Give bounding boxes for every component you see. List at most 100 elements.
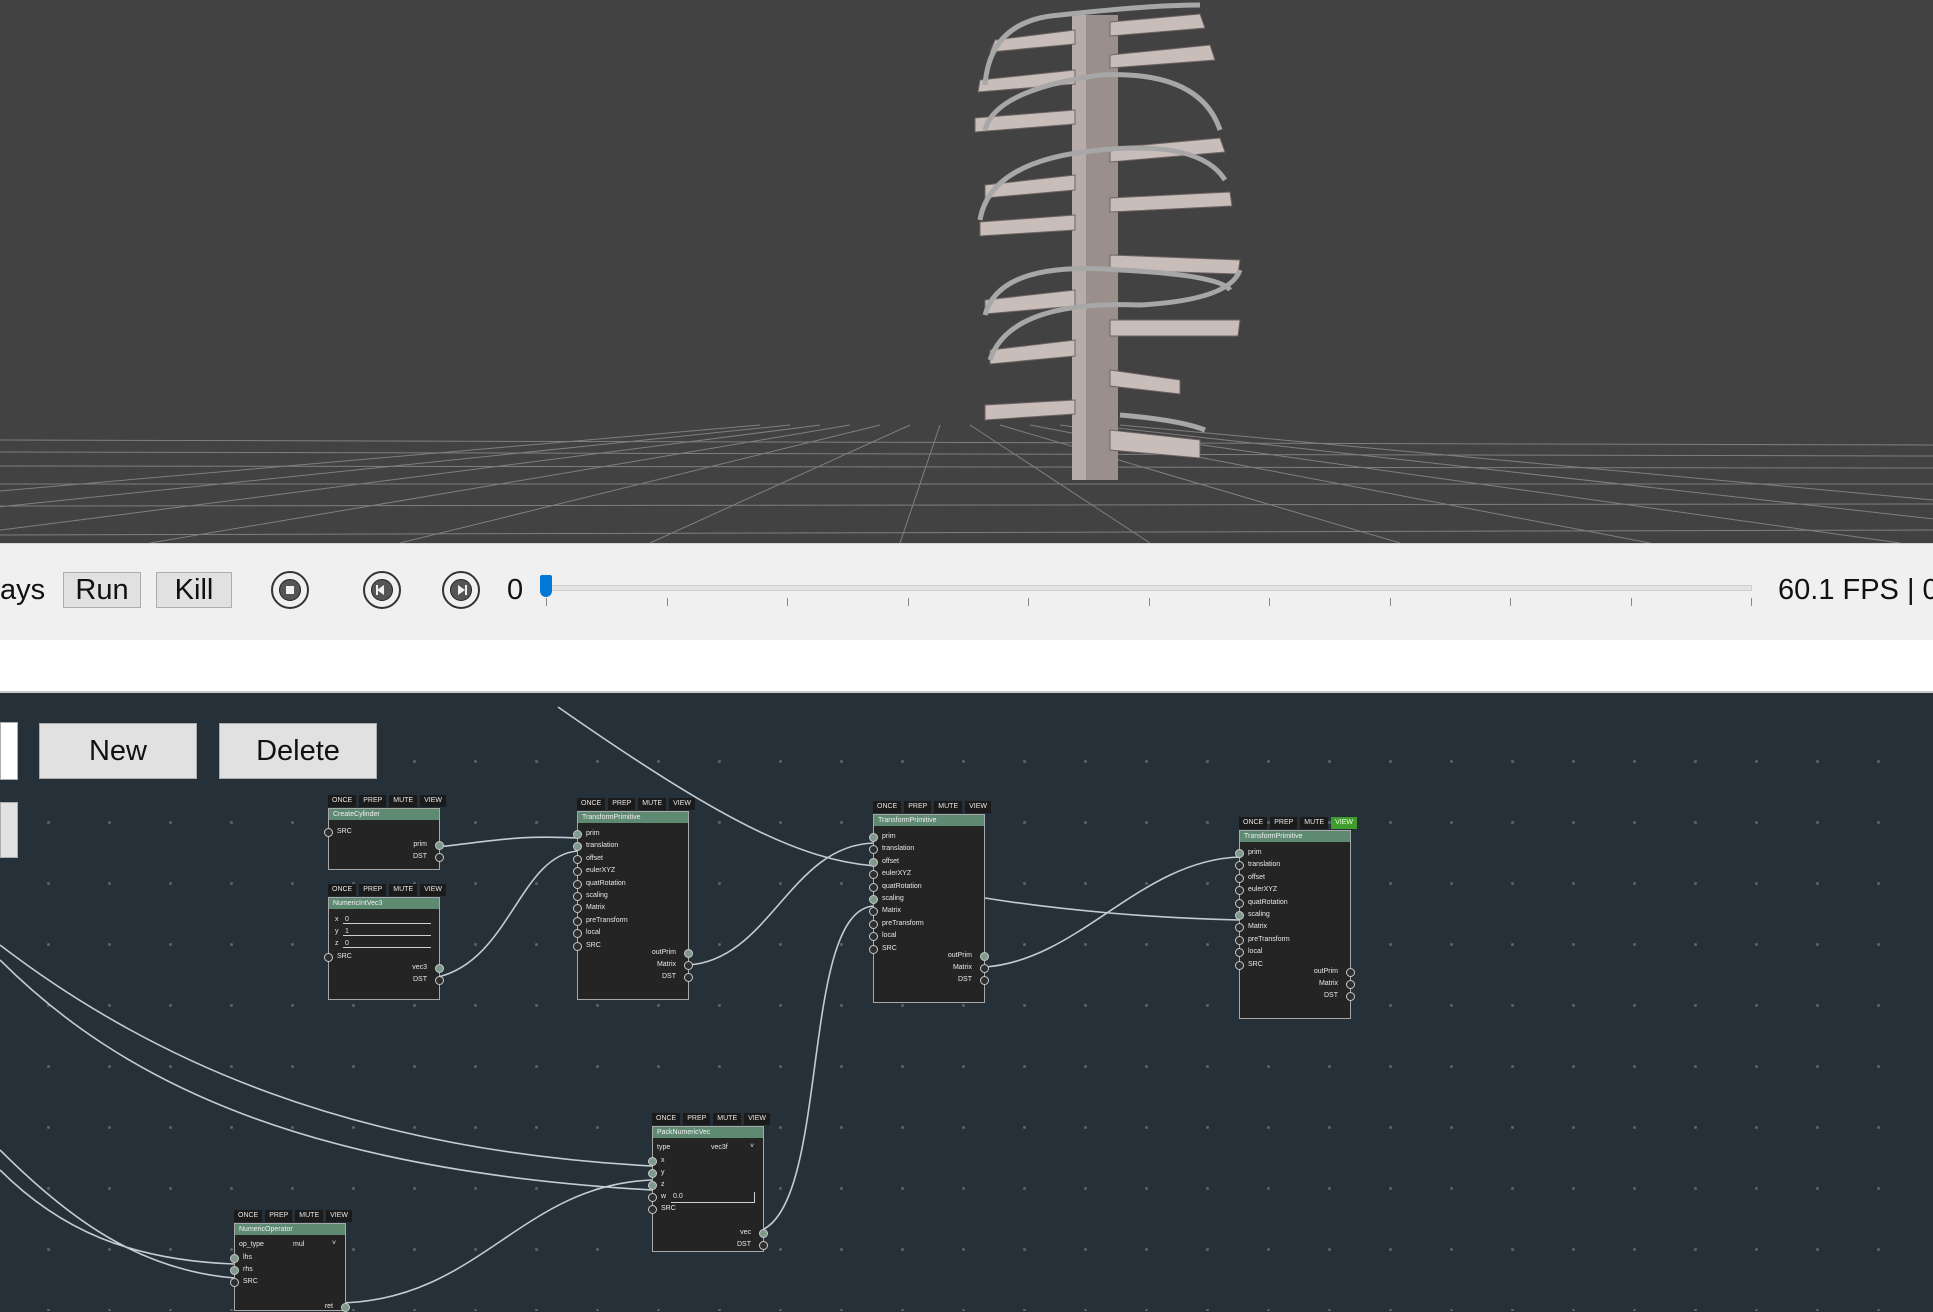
prep-toggle[interactable]: PREP	[359, 884, 387, 896]
node-transform-primitive-3[interactable]: ONCE PREP MUTE VIEW TransformPrimitive prim…	[1235, 817, 1358, 1019]
y-field[interactable]: 1	[343, 927, 431, 936]
input-port-lhs[interactable]	[230, 1254, 239, 1263]
node-create-cylinder[interactable]: ONCE PREP MUTE VIEW CreateCylinder SRC prim…	[324, 795, 447, 870]
input-port-eulerxyz[interactable]	[1235, 886, 1244, 896]
input-port-prim[interactable]	[573, 830, 582, 839]
prep-toggle[interactable]: PREP	[904, 801, 932, 813]
input-port-matrix[interactable]	[1235, 923, 1244, 933]
output-port-vec3[interactable]	[435, 964, 444, 973]
delete-button[interactable]: Delete	[219, 723, 377, 779]
node-transform-primitive-2[interactable]: ONCE PREP MUTE VIEW TransformPrimitive prim…	[869, 801, 992, 1003]
step-forward-button[interactable]	[442, 571, 480, 609]
once-toggle[interactable]: ONCE	[873, 801, 902, 813]
input-port-eulerxyz[interactable]	[573, 867, 582, 877]
x-field[interactable]: 0	[343, 915, 431, 924]
side-button[interactable]	[0, 802, 18, 858]
prep-toggle[interactable]: PREP	[359, 795, 387, 807]
output-port-outprim[interactable]	[684, 949, 693, 958]
input-port-x[interactable]	[648, 1157, 657, 1166]
node-numeric-int-vec3[interactable]: ONCE PREP MUTE VIEW NumericIntVec3 x 0 y 1 …	[324, 884, 447, 1000]
prep-toggle[interactable]: PREP	[1270, 817, 1298, 829]
view-toggle[interactable]: VIEW	[420, 884, 447, 896]
node-numeric-operator[interactable]: ONCE PREP MUTE VIEW NumericOperator op_type…	[230, 1210, 353, 1312]
3d-viewport[interactable]	[0, 0, 1933, 543]
input-port-w[interactable]	[648, 1193, 657, 1202]
step-back-button[interactable]	[363, 571, 401, 609]
input-port-y[interactable]	[648, 1169, 657, 1178]
input-port-translation[interactable]	[869, 845, 878, 855]
view-toggle[interactable]: VIEW	[326, 1210, 353, 1222]
input-port-src[interactable]	[324, 828, 333, 837]
z-field[interactable]: 0	[343, 939, 431, 948]
output-port-outprim[interactable]	[980, 952, 989, 961]
once-toggle[interactable]: ONCE	[652, 1113, 681, 1125]
input-port-src[interactable]	[230, 1278, 239, 1287]
input-port-local[interactable]	[573, 929, 582, 939]
type-dropdown[interactable]: vec3f	[711, 1144, 728, 1152]
input-port-translation[interactable]	[573, 842, 582, 852]
prep-toggle[interactable]: PREP	[265, 1210, 293, 1222]
input-port-eulerxyz[interactable]	[869, 870, 878, 880]
input-port-local[interactable]	[1235, 948, 1244, 958]
mute-toggle[interactable]: MUTE	[1300, 817, 1329, 829]
output-port-dst[interactable]	[980, 976, 989, 985]
view-toggle-active[interactable]: VIEW	[1331, 817, 1358, 829]
output-port-prim[interactable]	[435, 841, 444, 850]
mute-toggle[interactable]: MUTE	[389, 795, 418, 807]
input-port-scaling[interactable]	[573, 892, 582, 901]
output-port-matrix[interactable]	[684, 961, 693, 970]
mute-toggle[interactable]: MUTE	[934, 801, 963, 813]
input-port-src[interactable]	[573, 941, 582, 951]
once-toggle[interactable]: ONCE	[328, 884, 357, 896]
input-port-src[interactable]	[1235, 960, 1244, 970]
new-button[interactable]: New	[39, 723, 197, 779]
output-port-matrix[interactable]	[980, 964, 989, 973]
input-port-translation[interactable]	[1235, 861, 1244, 871]
timeline-slider[interactable]	[545, 585, 1752, 591]
input-port-pretransform[interactable]	[869, 919, 878, 929]
input-port-z[interactable]	[648, 1181, 657, 1190]
mute-toggle[interactable]: MUTE	[638, 798, 667, 810]
input-port-prim[interactable]	[1235, 849, 1244, 858]
input-port-scaling[interactable]	[1235, 911, 1244, 920]
input-port-src[interactable]	[648, 1205, 657, 1214]
once-toggle[interactable]: ONCE	[328, 795, 357, 807]
run-button[interactable]: Run	[63, 572, 141, 608]
output-port-outprim[interactable]	[1346, 968, 1355, 977]
input-port-scaling[interactable]	[869, 895, 878, 904]
output-port-dst[interactable]	[435, 853, 444, 862]
once-toggle[interactable]: ONCE	[234, 1210, 263, 1222]
input-port-quatrotation[interactable]	[1235, 898, 1244, 908]
kill-button[interactable]: Kill	[156, 572, 232, 608]
input-port-quatrotation[interactable]	[869, 882, 878, 892]
prep-toggle[interactable]: PREP	[608, 798, 636, 810]
output-port-matrix[interactable]	[1346, 980, 1355, 989]
input-port-offset[interactable]	[1235, 873, 1244, 883]
prep-toggle[interactable]: PREP	[683, 1113, 711, 1125]
output-port-dst[interactable]	[759, 1241, 768, 1250]
once-toggle[interactable]: ONCE	[577, 798, 606, 810]
view-toggle[interactable]: VIEW	[744, 1113, 771, 1125]
input-port-pretransform[interactable]	[1235, 935, 1244, 945]
output-port-dst[interactable]	[684, 973, 693, 982]
view-toggle[interactable]: VIEW	[420, 795, 447, 807]
node-transform-primitive-1[interactable]: ONCE PREP MUTE VIEW TransformPrimitive prim…	[573, 798, 696, 1000]
input-port-offset[interactable]	[573, 854, 582, 864]
once-toggle[interactable]: ONCE	[1239, 817, 1268, 829]
w-field[interactable]: 0.0	[671, 1192, 755, 1203]
input-port-src[interactable]	[869, 944, 878, 954]
mute-toggle[interactable]: MUTE	[713, 1113, 742, 1125]
output-port-vec[interactable]	[759, 1229, 768, 1238]
output-port-dst[interactable]	[435, 976, 444, 985]
input-port-src[interactable]	[324, 953, 333, 962]
input-port-local[interactable]	[869, 932, 878, 942]
input-port-quatrotation[interactable]	[573, 879, 582, 889]
timeline-slider-thumb[interactable]	[540, 575, 552, 597]
input-port-matrix[interactable]	[869, 907, 878, 917]
op-type-dropdown[interactable]: mul	[293, 1241, 304, 1249]
stop-button[interactable]	[271, 571, 309, 609]
graph-selector-dropdown[interactable]	[0, 722, 18, 780]
mute-toggle[interactable]: MUTE	[295, 1210, 324, 1222]
input-port-matrix[interactable]	[573, 904, 582, 914]
view-toggle[interactable]: VIEW	[669, 798, 696, 810]
